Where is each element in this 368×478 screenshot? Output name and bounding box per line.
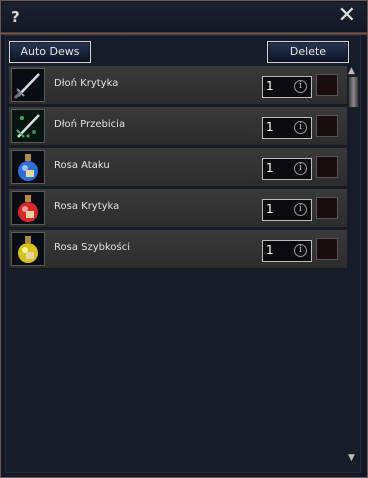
red-potion-icon [11,191,45,225]
item-name: Rosa Szybkości [54,242,131,253]
scrollbar-thumb[interactable] [348,76,359,108]
title-bar: ? ✕ [2,2,366,32]
list-item[interactable]: Dłoń Przebicia 1 i [9,107,347,146]
scroll-down-icon[interactable]: ▼ [348,453,355,463]
item-slot[interactable] [316,74,338,96]
scroll-up-icon[interactable]: ▲ [348,66,355,76]
info-icon[interactable]: i [294,162,307,175]
item-slot[interactable] [316,197,338,219]
info-icon[interactable]: i [294,244,307,257]
item-name: Dłoń Krytyka [54,78,119,89]
delete-button[interactable]: Delete [267,41,349,63]
close-icon[interactable]: ✕ [338,5,356,27]
item-name: Rosa Krytyka [54,201,120,212]
help-icon[interactable]: ? [11,8,20,26]
list-item[interactable]: Rosa Szybkości 1 i [9,230,347,269]
list-item[interactable]: Dłoń Krytyka 1 i [9,66,347,105]
info-icon[interactable]: i [294,203,307,216]
list-item[interactable]: Rosa Krytyka 1 i [9,189,347,228]
yellow-potion-icon [11,232,45,266]
quantity-value: 1 [266,202,274,216]
quantity-field[interactable]: 1 i [262,199,312,221]
item-slot[interactable] [316,238,338,260]
info-icon[interactable]: i [294,121,307,134]
auto-dews-button[interactable]: Auto Dews [9,41,91,63]
quantity-field[interactable]: 1 i [262,117,312,139]
blue-potion-icon [11,150,45,184]
quantity-value: 1 [266,161,274,175]
item-list: Dłoń Krytyka 1 i Dłoń Przebicia 1 i Rosa… [9,66,347,271]
quantity-field[interactable]: 1 i [262,158,312,180]
quantity-field[interactable]: 1 i [262,76,312,98]
quantity-value: 1 [266,120,274,134]
item-slot[interactable] [316,115,338,137]
list-item[interactable]: Rosa Ataku 1 i [9,148,347,187]
green-sword-icon [11,109,45,143]
item-slot[interactable] [316,156,338,178]
item-name: Rosa Ataku [54,160,110,171]
sword-icon [11,68,45,102]
quantity-value: 1 [266,243,274,257]
quantity-value: 1 [266,79,274,93]
quantity-field[interactable]: 1 i [262,240,312,262]
item-name: Dłoń Przebicia [54,119,126,130]
info-icon[interactable]: i [294,80,307,93]
